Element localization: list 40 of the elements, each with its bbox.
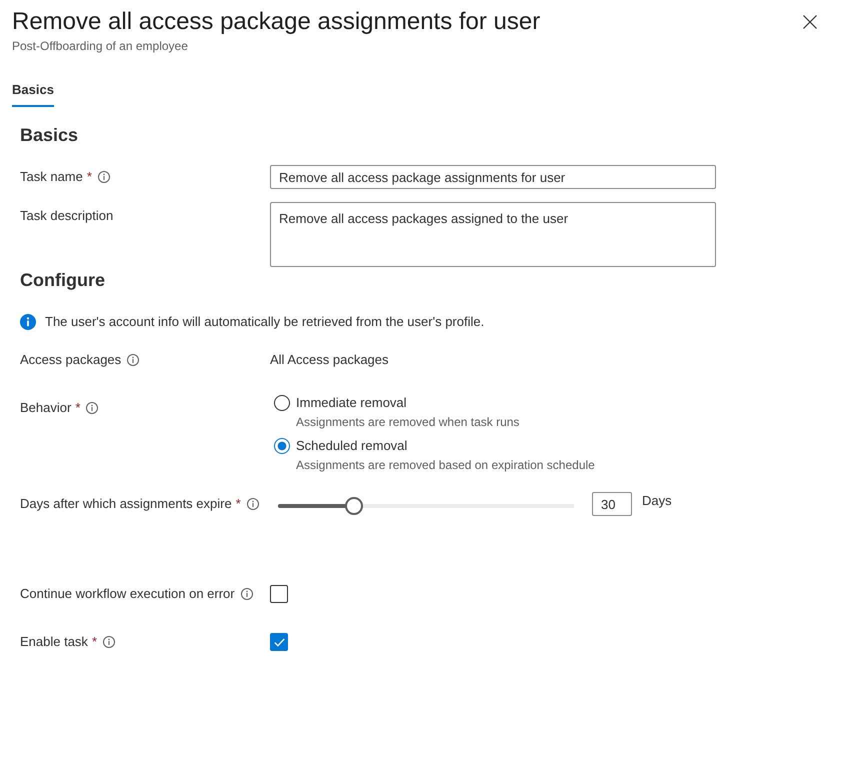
tab[interactable]: Basics xyxy=(12,72,54,107)
check-icon xyxy=(274,638,284,646)
field-label: Continue workflow execution on error xyxy=(20,585,235,603)
field-label: Access packages xyxy=(20,351,122,369)
checkbox[interactable] xyxy=(270,633,288,651)
info-icon[interactable] xyxy=(127,354,140,366)
close-icon xyxy=(803,15,817,29)
panel-subtitle: Post-Offboarding of an employee xyxy=(12,38,189,54)
option-label[interactable]: Immediate removal xyxy=(296,393,407,413)
info-filled-icon xyxy=(20,314,36,330)
required-mark: * xyxy=(236,495,241,513)
info-icon[interactable] xyxy=(246,498,259,510)
text-field[interactable]: Remove all access package assignments for user xyxy=(270,165,716,189)
notice-text: The user's account info will automatically be retrieved from the user's profile. xyxy=(45,313,484,331)
slider-thumb[interactable] xyxy=(344,497,363,515)
section-heading: Basics xyxy=(20,124,80,147)
radio-button[interactable] xyxy=(274,395,290,411)
required-mark: * xyxy=(75,399,80,417)
field-label: Task name xyxy=(20,168,83,186)
number-field[interactable]: 30 xyxy=(592,492,632,516)
unit-label: Days xyxy=(642,492,672,510)
option-description: Assignments are removed based on expiration schedule xyxy=(296,457,596,473)
field-label: Task description xyxy=(20,207,114,225)
required-mark: * xyxy=(92,633,97,651)
info-icon[interactable] xyxy=(240,588,253,600)
field-label: Days after which assignments expire xyxy=(20,495,232,513)
description-field[interactable]: Remove all access packages assigned to the user xyxy=(270,202,716,267)
field-label: Behavior xyxy=(20,399,72,417)
field-value: All Access packages xyxy=(270,351,389,369)
option-description: Assignments are removed when task runs xyxy=(296,414,520,430)
section-heading: Configure xyxy=(20,269,106,292)
required-mark: * xyxy=(86,168,92,186)
panel-title: Remove all access package assignments for user xyxy=(12,7,540,37)
radio-button[interactable] xyxy=(274,438,290,454)
info-icon[interactable] xyxy=(98,171,110,183)
info-icon[interactable] xyxy=(86,402,98,414)
field-label: Enable task xyxy=(20,633,88,651)
checkbox[interactable] xyxy=(270,585,288,603)
option-label[interactable]: Scheduled removal xyxy=(296,436,408,456)
info-icon[interactable] xyxy=(103,636,115,648)
